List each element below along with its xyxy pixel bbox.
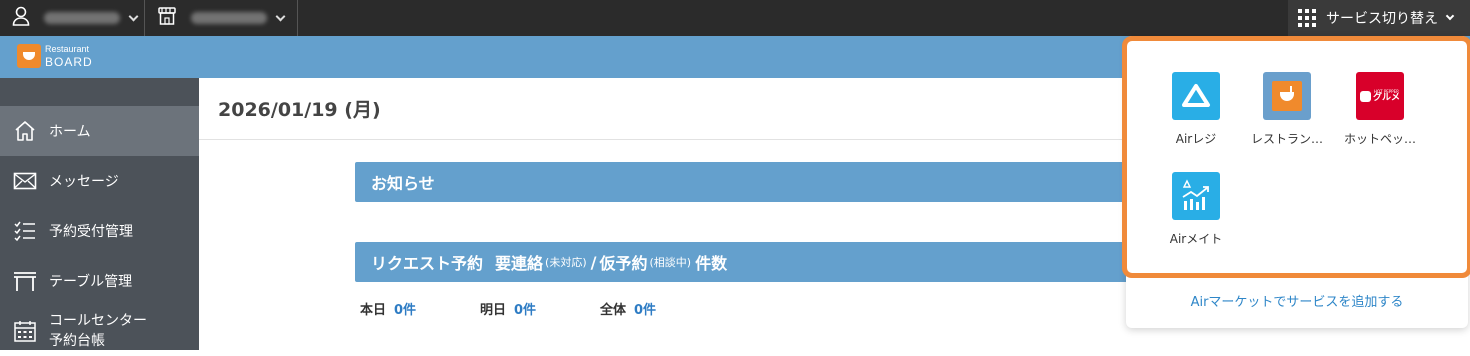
sidebar-item-label: テーブル管理	[49, 274, 133, 290]
sidebar-item-label: 予約受付管理	[49, 224, 133, 240]
hotpepper-logo-text: グルメ	[1372, 92, 1400, 103]
user-icon	[12, 6, 30, 30]
logo-text-line2: BOARD	[45, 54, 93, 69]
service-switch-label: サービス切り替え	[1326, 11, 1438, 27]
request-title-sep: /	[590, 252, 597, 272]
restaurant-board-app-icon	[1263, 72, 1311, 120]
mail-icon	[12, 168, 38, 194]
sidebar-item-messages[interactable]: メッセージ	[0, 156, 199, 206]
sidebar-item-call-center[interactable]: コールセンター 予約台帳	[0, 306, 199, 356]
chevron-down-icon	[128, 11, 139, 21]
app-restaurant-board[interactable]: レストラン…	[1242, 72, 1332, 147]
service-switch-dropdown: Airレジ レストラン… HOT PEPPER グルメ ホットペッ… Airメイ…	[1122, 36, 1470, 328]
logo-icon	[17, 44, 41, 68]
request-title-b-note: (未対応)	[545, 256, 587, 269]
count-label: 明日	[480, 303, 507, 318]
request-title-a: リクエスト予約	[371, 254, 484, 273]
request-counts: 本日 0件 明日 0件 全体 0件	[360, 299, 720, 318]
grid-icon	[1298, 9, 1316, 27]
checklist-icon	[12, 218, 38, 244]
count-value[interactable]: 0件	[394, 303, 416, 318]
app-label: ホットペッ…	[1343, 132, 1416, 146]
table-icon	[12, 268, 38, 294]
restaurant-board-logo[interactable]: Restaurant BOARD	[17, 44, 93, 68]
count-today: 本日 0件	[360, 299, 480, 318]
request-title-d: 件数	[695, 254, 728, 273]
app-label: Airメイト	[1169, 232, 1223, 246]
app-airregi[interactable]: Airレジ	[1151, 72, 1241, 147]
count-label: 全体	[600, 303, 627, 318]
sidebar-item-label: メッセージ	[49, 174, 119, 190]
request-title-b: 要連絡	[495, 254, 544, 273]
store-icon	[157, 6, 177, 30]
add-service-link[interactable]: Airマーケットでサービスを追加する	[1126, 291, 1468, 310]
app-hotpepper[interactable]: HOT PEPPER グルメ ホットペッ…	[1335, 72, 1425, 147]
chevron-down-icon	[275, 11, 286, 21]
redacted-store-name	[191, 12, 267, 24]
sidebar-item-label: 予約台帳	[49, 333, 105, 349]
home-icon	[12, 118, 38, 144]
count-label: 本日	[360, 303, 387, 318]
airmate-app-icon	[1172, 172, 1220, 220]
sidebar-item-reservations[interactable]: 予約受付管理	[0, 206, 199, 256]
request-title-c: 仮予約	[599, 254, 648, 273]
app-airmate[interactable]: Airメイト	[1151, 172, 1241, 247]
calendar-icon	[12, 318, 38, 344]
sidebar-item-home[interactable]: ホーム	[0, 106, 199, 156]
count-total: 全体 0件	[600, 299, 720, 318]
store-selector[interactable]	[145, 0, 298, 36]
count-tomorrow: 明日 0件	[480, 299, 600, 318]
app-label: レストラン…	[1250, 132, 1323, 146]
airregi-app-icon	[1172, 72, 1220, 120]
logo-text-line1: Restaurant	[45, 43, 90, 54]
sidebar-item-label: ホーム	[49, 124, 91, 140]
sidebar-item-label: コールセンター	[49, 313, 147, 329]
redacted-user-name	[44, 12, 120, 24]
chevron-down-icon	[1445, 11, 1455, 21]
notice-title: お知らせ	[371, 174, 435, 193]
count-value[interactable]: 0件	[634, 303, 656, 318]
app-label: Airレジ	[1175, 132, 1217, 146]
sidebar: ホーム メッセージ 予約受付管理 テーブル管理 コールセンター 予約台帳	[0, 78, 199, 350]
sidebar-item-tables[interactable]: テーブル管理	[0, 256, 199, 306]
user-account-selector[interactable]	[0, 0, 145, 36]
notice-panel-header: お知らせ	[355, 162, 1255, 202]
hotpepper-app-icon: HOT PEPPER グルメ	[1356, 72, 1404, 120]
request-panel-header: リクエスト予約 要連絡 (未対応) / 仮予約 (相談中) 件数	[355, 242, 1255, 282]
count-value[interactable]: 0件	[514, 303, 536, 318]
service-app-list: Airレジ レストラン… HOT PEPPER グルメ ホットペッ… Airメイ…	[1122, 36, 1470, 278]
service-switch-button[interactable]: サービス切り替え	[1288, 0, 1470, 36]
top-bar: サービス切り替え	[0, 0, 1470, 36]
request-title-c-note: (相談中)	[649, 256, 692, 269]
